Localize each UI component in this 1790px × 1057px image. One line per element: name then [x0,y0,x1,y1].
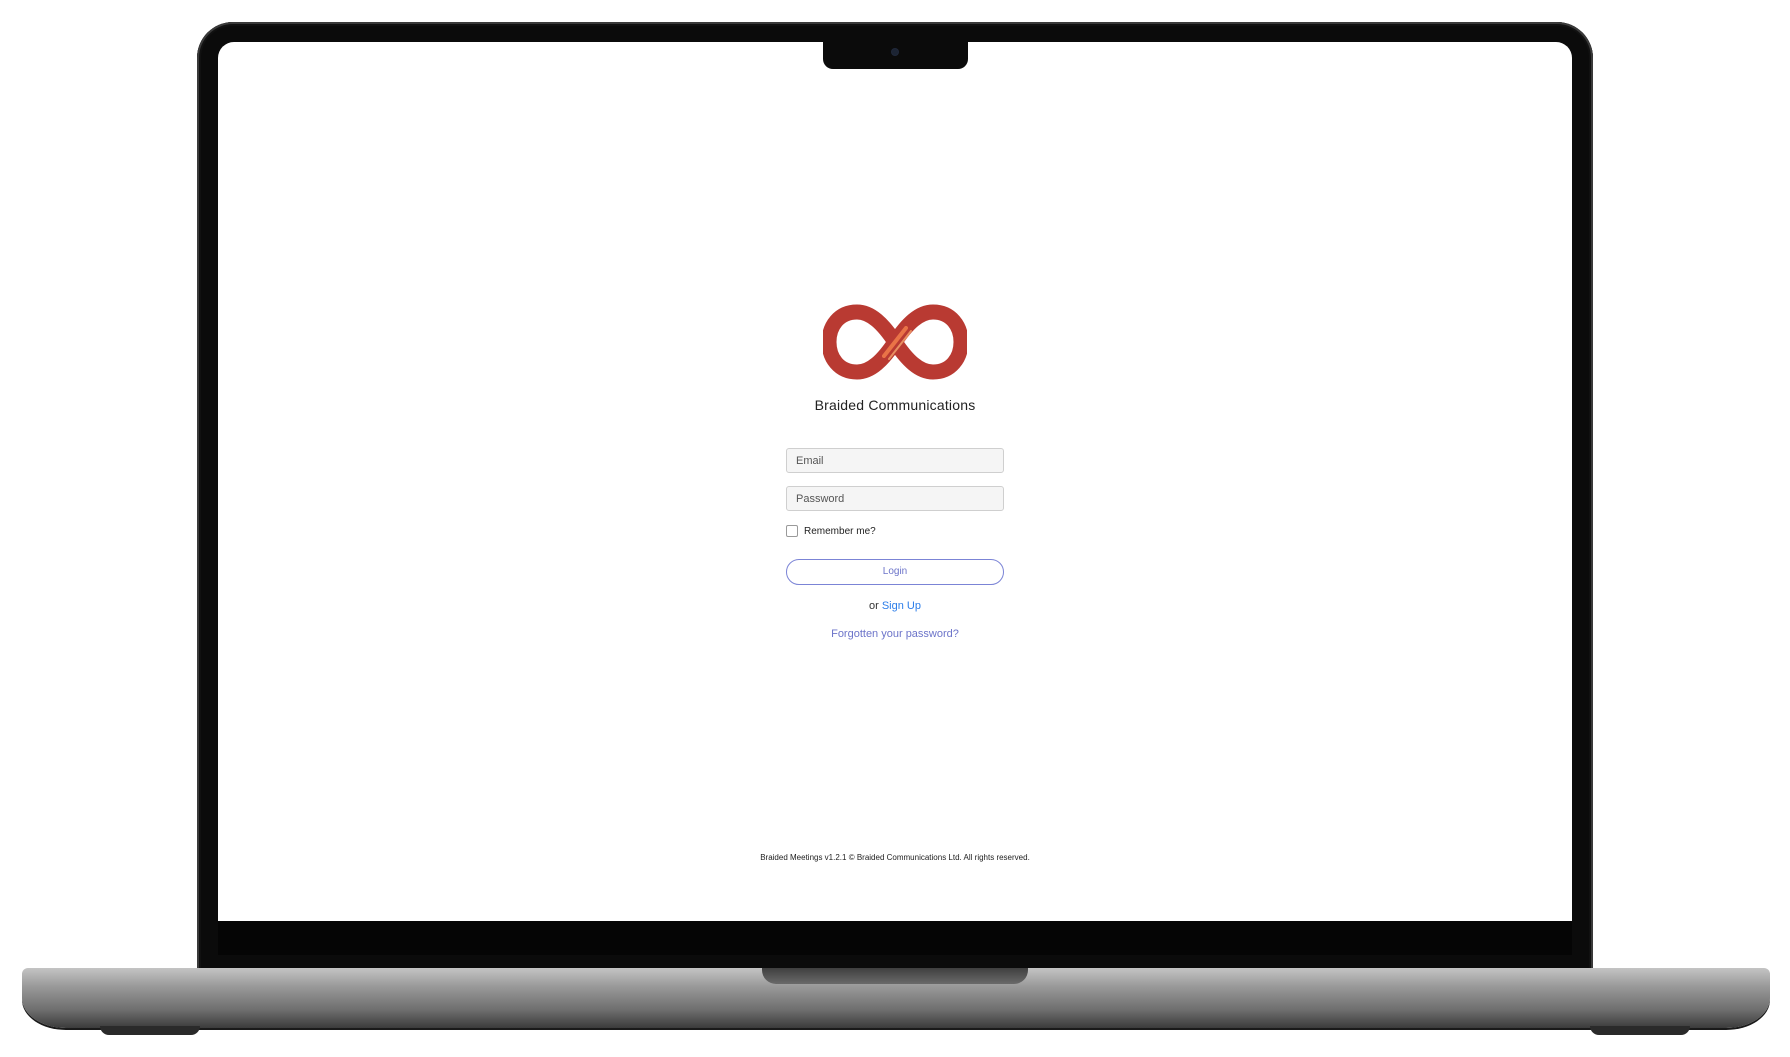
password-field[interactable] [786,486,1004,511]
signup-prefix: or [869,600,879,612]
signup-link[interactable]: Sign Up [882,600,921,612]
laptop-foot-left [100,1026,200,1035]
laptop-foot-right [1590,1026,1690,1035]
lid-opening-notch [762,968,1028,984]
brand-name: Braided Communications [814,397,976,413]
laptop-screen: Braided Communications Remember me? Logi… [218,42,1572,921]
login-button[interactable]: Login [786,559,1004,585]
camera-notch [823,42,968,69]
signup-row: or Sign Up [218,600,1572,612]
remember-me-row[interactable]: Remember me? [786,525,876,537]
screen-bottom-bezel [218,921,1572,955]
email-field[interactable] [786,448,1004,473]
infinity-logo-icon [823,304,967,380]
remember-me-label: Remember me? [804,525,876,537]
footer-text: Braided Meetings v1.2.1 © Braided Commun… [760,853,1030,862]
camera-icon [892,49,898,55]
laptop-mockup: Braided Communications Remember me? Logi… [0,0,1790,1057]
remember-me-checkbox[interactable] [786,525,798,537]
forgot-password-link[interactable]: Forgotten your password? [218,628,1572,640]
login-page: Braided Communications Remember me? Logi… [218,42,1572,921]
